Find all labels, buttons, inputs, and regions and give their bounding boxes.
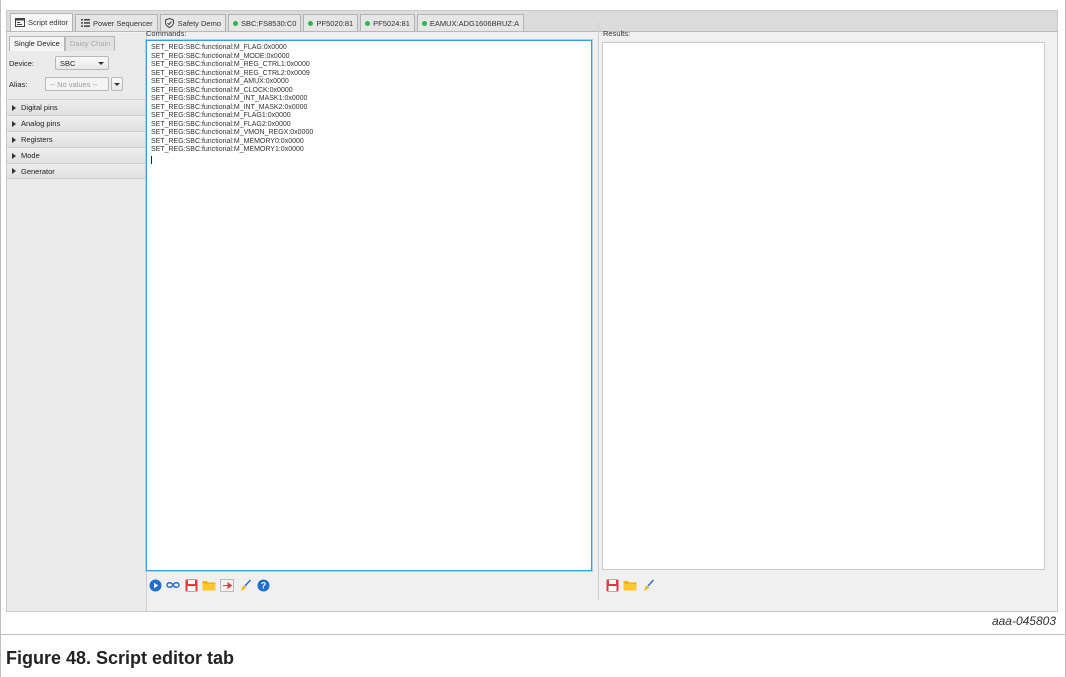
tab-label: Power Sequencer: [93, 18, 153, 28]
device-select-value: SBC: [60, 58, 76, 68]
commands-label: Commands:: [146, 29, 187, 38]
results-open-folder-button[interactable]: [623, 578, 637, 592]
device-mode-tabs: Single Device Daisy Chain: [7, 33, 146, 51]
left-panel: Single Device Daisy Chain Device: SBC Al…: [7, 33, 147, 611]
device-select[interactable]: SBC: [55, 56, 109, 70]
open-folder-icon: [202, 581, 216, 591]
section-label: Generator: [21, 166, 55, 176]
save-icon: [185, 579, 197, 591]
expand-arrow-icon: [12, 168, 16, 174]
list-icon: [80, 19, 90, 28]
results-label: Results:: [603, 29, 631, 38]
shield-check-icon: [165, 18, 175, 28]
command-line: SET_REG:SBC:functional:M_INT_MASK2:0x000…: [151, 103, 308, 111]
tab-pf5024[interactable]: PF5024:81: [360, 14, 415, 31]
section-mode[interactable]: Mode: [7, 147, 146, 163]
open-folder-button[interactable]: [202, 578, 216, 592]
export-icon: [220, 578, 234, 592]
expand-arrow-icon: [12, 136, 16, 143]
clear-button[interactable]: [238, 578, 252, 592]
alias-dropdown-button[interactable]: [111, 77, 123, 91]
command-line: SET_REG:SBC:functional:M_FLAG:0x0000: [151, 44, 287, 51]
alias-label: Alias:: [9, 79, 28, 89]
command-line: SET_REG:SBC:functional:M_FLAG1:0x0000: [151, 112, 291, 119]
expand-arrow-icon: [12, 104, 16, 111]
svg-text:?: ?: [260, 580, 266, 590]
expand-arrow-icon: [12, 152, 16, 159]
text-cursor: [151, 155, 152, 164]
commands-editor[interactable]: SET_REG:SBC:functional:M_FLAG:0x0000 SET…: [146, 40, 592, 571]
run-icon: [149, 579, 161, 591]
status-dot-icon: [233, 20, 239, 26]
export-button[interactable]: [220, 578, 234, 592]
tab-label: EAMUX:ADG1606BRUZ:A: [429, 18, 520, 28]
section-label: Mode: [21, 151, 40, 160]
section-digital-pins[interactable]: Digital pins: [7, 99, 146, 115]
tab-label: Script editor: [28, 18, 69, 27]
command-line: SET_REG:SBC:functional:M_CLOCK:0x0000: [151, 86, 293, 94]
figure-reference: aaa-045803: [991, 614, 1056, 628]
expand-arrow-icon: [12, 120, 16, 127]
tab-label: PF5020:81: [316, 18, 354, 28]
section-registers[interactable]: Registers: [7, 131, 146, 147]
feature-accordion: Digital pins Analog pins Registers Mode …: [7, 99, 146, 179]
chevron-down-icon: [98, 61, 104, 65]
alias-row: Alias: -- No values --: [7, 75, 146, 93]
command-line: SET_REG:SBC:functional:M_VMON_REGX:0x000…: [151, 129, 314, 136]
loop-icon: [166, 582, 180, 588]
command-line: SET_REG:SBC:functional:M_MEMORY1:0x0000: [151, 146, 304, 153]
status-dot-icon: [308, 20, 314, 26]
command-line: SET_REG:SBC:functional:M_FLAG2:0x0000: [151, 120, 291, 128]
alias-select[interactable]: -- No values --: [45, 77, 109, 91]
clear-icon: [643, 578, 654, 591]
save-icon: [606, 579, 618, 591]
run-button[interactable]: [148, 578, 162, 592]
split-divider[interactable]: [598, 22, 599, 600]
section-label: Registers: [21, 135, 53, 144]
tab-script-editor[interactable]: Script editor: [10, 13, 74, 31]
command-line: SET_REG:SBC:functional:M_AMUX:0x0000: [151, 78, 289, 85]
section-label: Digital pins: [21, 103, 58, 112]
command-line: SET_REG:SBC:functional:M_REG_CTRL2:0x000…: [151, 69, 310, 77]
status-dot-icon: [421, 20, 427, 26]
results-output[interactable]: [602, 42, 1045, 570]
tab-label: SBC:FS8530:C0: [241, 18, 297, 28]
section-label: Analog pins: [21, 119, 61, 128]
results-save-button[interactable]: [605, 578, 619, 592]
results-clear-button[interactable]: [641, 578, 655, 592]
open-folder-icon: [623, 581, 637, 591]
device-row: Device: SBC: [7, 54, 146, 72]
tab-single-device[interactable]: Single Device: [9, 36, 65, 51]
script-editor-icon: [15, 18, 25, 27]
caption-divider: [0, 634, 1066, 635]
tab-label: PF5024:81: [373, 18, 410, 28]
alias-select-value: -- No values --: [50, 79, 98, 89]
tab-sbc-fs8530[interactable]: SBC:FS8530:C0: [228, 14, 302, 31]
command-line: SET_REG:SBC:functional:M_INT_MASK1:0x000…: [151, 95, 308, 102]
section-generator[interactable]: Generator: [7, 163, 146, 179]
device-label: Device:: [9, 58, 35, 68]
figure-caption: Figure 48. Script editor tab: [6, 648, 235, 668]
chevron-down-icon: [114, 82, 120, 86]
loop-button[interactable]: [166, 578, 180, 592]
clear-icon: [240, 578, 251, 591]
help-button[interactable]: ?: [256, 578, 270, 592]
help-icon: ?: [257, 579, 269, 591]
tab-pf5020[interactable]: PF5020:81: [303, 14, 359, 31]
section-analog-pins[interactable]: Analog pins: [7, 115, 146, 131]
command-line: SET_REG:SBC:functional:M_MODE:0x0000: [151, 52, 290, 60]
tab-daisy-chain[interactable]: Daisy Chain: [64, 36, 116, 51]
status-dot-icon: [365, 20, 371, 26]
commands-toolbar: ?: [148, 578, 270, 592]
results-toolbar: [605, 578, 655, 592]
command-line: SET_REG:SBC:functional:M_MEMORY0:0x0000: [151, 137, 304, 145]
tab-eamux[interactable]: EAMUX:ADG1606BRUZ:A: [416, 14, 525, 31]
tab-label: Safety Demo: [177, 18, 222, 28]
command-line: SET_REG:SBC:functional:M_REG_CTRL1:0x000…: [151, 61, 310, 68]
save-button[interactable]: [184, 578, 198, 592]
